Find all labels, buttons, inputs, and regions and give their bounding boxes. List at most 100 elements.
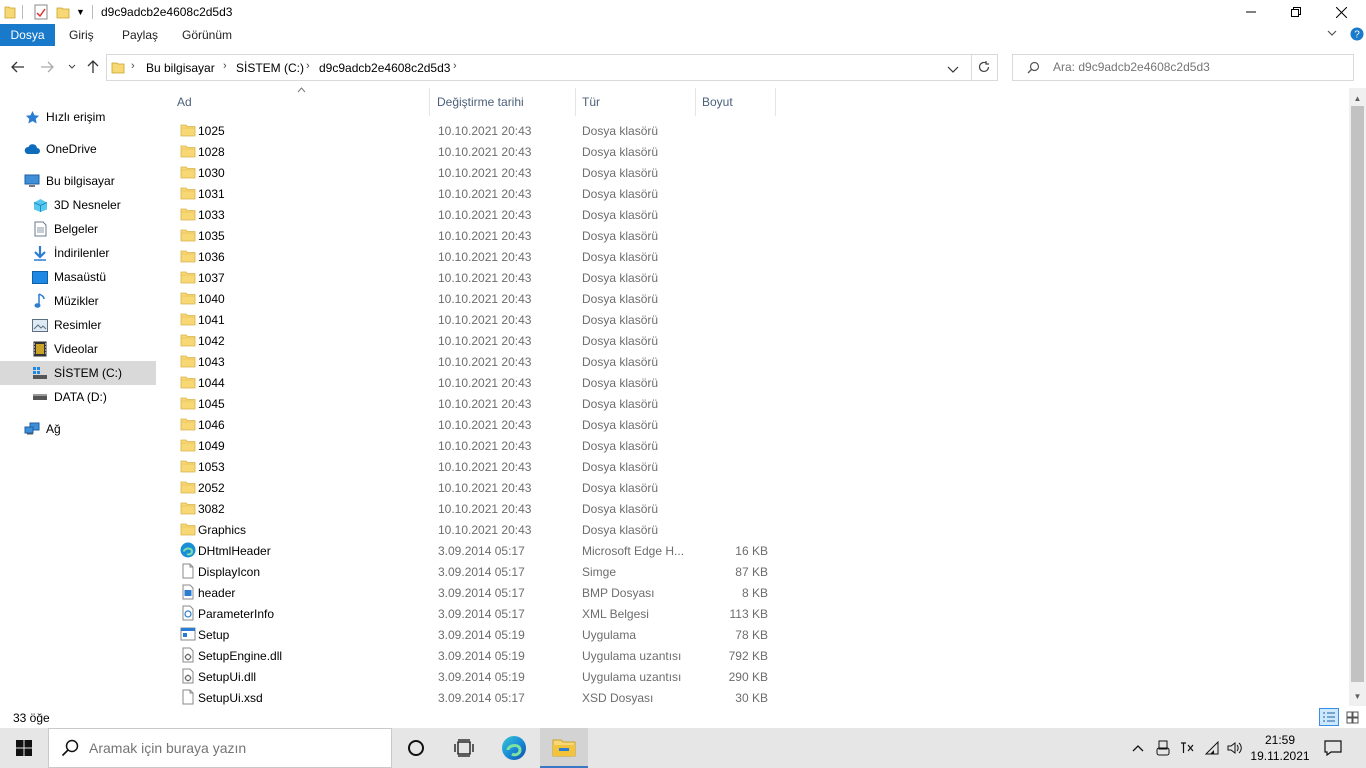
- large-icons-view-icon[interactable]: [1342, 708, 1362, 726]
- dll-icon: [180, 647, 196, 663]
- nav-item-3d-objects[interactable]: 3D Nesneler: [0, 193, 156, 217]
- file-row[interactable]: Graphics 10.10.2021 20:43 Dosya klasörü: [176, 519, 776, 540]
- file-row[interactable]: SetupEngine.dll 3.09.2014 05:19 Uygulama u…: [176, 645, 776, 666]
- taskbar-search-input[interactable]: [89, 740, 379, 756]
- restore-icon[interactable]: [1273, 0, 1319, 24]
- tab-view[interactable]: Görünüm: [170, 24, 244, 46]
- tab-file[interactable]: Dosya: [0, 24, 55, 46]
- file-row[interactable]: 1028 10.10.2021 20:43 Dosya klasörü: [176, 141, 776, 162]
- breadcrumb-chevron-icon[interactable]: ›: [306, 60, 310, 72]
- help-icon[interactable]: ?: [1350, 27, 1364, 44]
- search-input[interactable]: [1053, 60, 1343, 74]
- breadcrumb-chevron-icon[interactable]: ›: [223, 60, 227, 72]
- file-row[interactable]: 1049 10.10.2021 20:43 Dosya klasörü: [176, 435, 776, 456]
- file-row[interactable]: 1043 10.10.2021 20:43 Dosya klasörü: [176, 351, 776, 372]
- file-row[interactable]: DisplayIcon 3.09.2014 05:17 Simge 87 KB: [176, 561, 776, 582]
- recent-locations-icon[interactable]: [62, 56, 82, 78]
- file-row[interactable]: 1040 10.10.2021 20:43 Dosya klasörü: [176, 288, 776, 309]
- scrollbar-thumb[interactable]: [1351, 106, 1364, 682]
- column-date-modified[interactable]: Değiştirme tarihi: [431, 88, 576, 116]
- keyboard-language-icon[interactable]: [1176, 728, 1198, 768]
- wifi-icon[interactable]: [1202, 728, 1224, 768]
- tab-home[interactable]: Giriş: [57, 24, 106, 46]
- nav-item-documents[interactable]: Belgeler: [0, 217, 156, 241]
- file-date: 10.10.2021 20:43: [438, 145, 532, 159]
- nav-item-system-drive[interactable]: SİSTEM (C:): [0, 361, 156, 385]
- nav-item-data-drive[interactable]: DATA (D:): [0, 385, 156, 409]
- file-row[interactable]: 1037 10.10.2021 20:43 Dosya klasörü: [176, 267, 776, 288]
- file-row[interactable]: 1053 10.10.2021 20:43 Dosya klasörü: [176, 456, 776, 477]
- file-row[interactable]: 1030 10.10.2021 20:43 Dosya klasörü: [176, 162, 776, 183]
- file-row[interactable]: SetupUi.xsd 3.09.2014 05:17 XSD Dosyası 30 …: [176, 687, 776, 708]
- vertical-scrollbar[interactable]: ▲ ▼: [1349, 88, 1366, 706]
- windows-start-icon[interactable]: [0, 728, 48, 768]
- scroll-up-icon[interactable]: ▲: [1349, 90, 1366, 106]
- nav-item-this-pc[interactable]: Bu bilgisayar: [0, 169, 156, 193]
- column-type[interactable]: Tür: [576, 88, 696, 116]
- customize-toolbar-icon[interactable]: ▼: [76, 3, 85, 21]
- volume-icon[interactable]: [1224, 728, 1246, 768]
- file-type: Simge: [582, 565, 617, 579]
- chevron-down-icon[interactable]: [1326, 27, 1338, 42]
- file-row[interactable]: 1045 10.10.2021 20:43 Dosya klasörü: [176, 393, 776, 414]
- file-row[interactable]: DHtmlHeader 3.09.2014 05:17 Microsoft Edge…: [176, 540, 776, 561]
- nav-item-music[interactable]: Müzikler: [0, 289, 156, 313]
- details-view-icon[interactable]: [1319, 708, 1339, 726]
- file-row[interactable]: 1046 10.10.2021 20:43 Dosya klasörü: [176, 414, 776, 435]
- minimize-icon[interactable]: [1228, 0, 1274, 24]
- breadcrumb-chevron-icon[interactable]: ›: [131, 60, 135, 72]
- file-row[interactable]: 1035 10.10.2021 20:43 Dosya klasörü: [176, 225, 776, 246]
- system-clock[interactable]: 21:59 19.11.2021: [1246, 732, 1314, 764]
- refresh-icon[interactable]: [977, 60, 991, 77]
- new-folder-icon[interactable]: [56, 3, 70, 21]
- back-arrow-icon[interactable]: [8, 56, 28, 78]
- breadcrumb-this-pc[interactable]: Bu bilgisayar: [146, 61, 215, 75]
- nav-item-pictures[interactable]: Resimler: [0, 313, 156, 337]
- nav-item-videos[interactable]: Videolar: [0, 337, 156, 361]
- breadcrumb-chevron-icon[interactable]: ›: [453, 60, 457, 72]
- taskbar-search-box[interactable]: [48, 728, 392, 768]
- column-size[interactable]: Boyut: [696, 88, 776, 116]
- address-dropdown-icon[interactable]: [947, 63, 959, 77]
- show-hidden-icons-icon[interactable]: [1128, 728, 1148, 768]
- file-date: 10.10.2021 20:43: [438, 271, 532, 285]
- file-type: Uygulama uzantısı: [582, 649, 682, 663]
- file-row[interactable]: 1025 10.10.2021 20:43 Dosya klasörü: [176, 120, 776, 141]
- edge-browser-icon[interactable]: [490, 728, 538, 768]
- breadcrumb-current-folder[interactable]: d9c9adcb2e4608c2d5d3: [319, 61, 450, 75]
- file-date: 10.10.2021 20:43: [438, 250, 532, 264]
- nav-item-downloads[interactable]: İndirilenler: [0, 241, 156, 265]
- file-row[interactable]: 1041 10.10.2021 20:43 Dosya klasörü: [176, 309, 776, 330]
- scroll-down-icon[interactable]: ▼: [1349, 688, 1366, 704]
- file-row[interactable]: 1033 10.10.2021 20:43 Dosya klasörü: [176, 204, 776, 225]
- nav-item-onedrive[interactable]: OneDrive: [0, 137, 156, 161]
- file-row[interactable]: 3082 10.10.2021 20:43 Dosya klasörü: [176, 498, 776, 519]
- task-view-icon[interactable]: [440, 728, 488, 768]
- file-row[interactable]: 2052 10.10.2021 20:43 Dosya klasörü: [176, 477, 776, 498]
- file-row[interactable]: ParameterInfo 3.09.2014 05:17 XML Belgesi 1…: [176, 603, 776, 624]
- file-row[interactable]: SetupUi.dll 3.09.2014 05:19 Uygulama uzant…: [176, 666, 776, 687]
- column-name[interactable]: Ad: [171, 88, 430, 116]
- nav-item-network[interactable]: Ağ: [0, 417, 156, 441]
- usb-device-icon[interactable]: [1152, 728, 1174, 768]
- file-explorer-icon[interactable]: [540, 728, 588, 768]
- search-box[interactable]: [1012, 54, 1354, 81]
- file-row[interactable]: 1036 10.10.2021 20:43 Dosya klasörü: [176, 246, 776, 267]
- file-row[interactable]: 1042 10.10.2021 20:43 Dosya klasörü: [176, 330, 776, 351]
- cortana-icon[interactable]: [392, 728, 440, 768]
- file-row[interactable]: header 3.09.2014 05:17 BMP Dosyası 8 KB: [176, 582, 776, 603]
- properties-icon[interactable]: [34, 3, 48, 21]
- nav-item-quick-access[interactable]: Hızlı erişim: [0, 105, 156, 129]
- tab-share[interactable]: Paylaş: [110, 24, 170, 46]
- file-row[interactable]: 1044 10.10.2021 20:43 Dosya klasörü: [176, 372, 776, 393]
- file-row[interactable]: Setup 3.09.2014 05:19 Uygulama 78 KB: [176, 624, 776, 645]
- breadcrumb-system-drive[interactable]: SİSTEM (C:): [236, 61, 304, 75]
- file-row[interactable]: 1031 10.10.2021 20:43 Dosya klasörü: [176, 183, 776, 204]
- up-arrow-icon[interactable]: [83, 56, 103, 78]
- nav-item-desktop[interactable]: Masaüstü: [0, 265, 156, 289]
- file-date: 10.10.2021 20:43: [438, 187, 532, 201]
- notifications-icon[interactable]: [1320, 728, 1346, 768]
- forward-arrow-icon[interactable]: [37, 56, 57, 78]
- address-bar[interactable]: › Bu bilgisayar › SİSTEM (C:) › d9c9adcb…: [106, 54, 998, 81]
- close-icon[interactable]: [1318, 0, 1364, 24]
